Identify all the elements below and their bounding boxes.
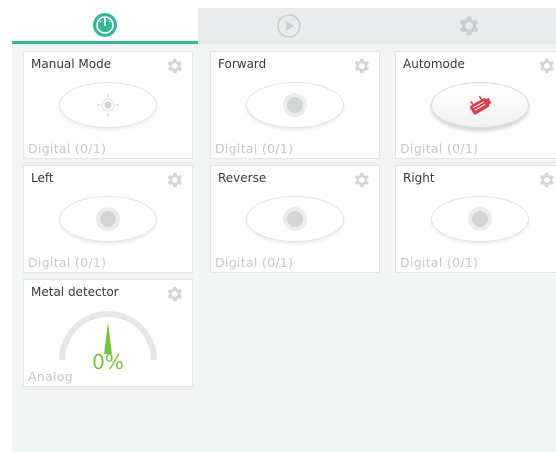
widget-metal-detector: Metal detector 0% Analog bbox=[23, 279, 193, 387]
widget-title: Right bbox=[403, 171, 435, 185]
gear-icon[interactable] bbox=[164, 56, 184, 76]
gear-icon[interactable] bbox=[164, 170, 184, 190]
widget-type-label: Digital (0/1) bbox=[215, 141, 294, 156]
manual-mode-button[interactable] bbox=[59, 82, 157, 128]
gear-icon[interactable] bbox=[351, 56, 371, 76]
widget-title: Forward bbox=[218, 57, 267, 71]
automode-button[interactable] bbox=[431, 82, 529, 128]
widget-right: Right Digital (0/1) bbox=[395, 165, 556, 273]
widget-manual-mode: Manual Mode Digital (0/1) bbox=[23, 51, 193, 159]
gear-icon[interactable] bbox=[351, 170, 371, 190]
indicator-dot bbox=[472, 211, 488, 227]
crosshair-icon bbox=[97, 94, 119, 116]
right-button[interactable] bbox=[431, 196, 529, 242]
gear-icon[interactable] bbox=[536, 56, 556, 76]
reverse-button[interactable] bbox=[246, 196, 344, 242]
indicator-dot bbox=[100, 211, 116, 227]
widget-reverse: Reverse Digital (0/1) bbox=[210, 165, 380, 273]
tab-settings[interactable] bbox=[380, 8, 556, 44]
widget-type-label: Digital (0/1) bbox=[400, 141, 479, 156]
widget-forward: Forward Digital (0/1) bbox=[210, 51, 380, 159]
widget-type-label: Digital (0/1) bbox=[400, 255, 479, 270]
left-button[interactable] bbox=[59, 196, 157, 242]
widget-title: Automode bbox=[403, 57, 465, 71]
play-icon bbox=[277, 14, 301, 38]
gear-icon[interactable] bbox=[164, 284, 184, 304]
widget-title: Left bbox=[31, 171, 54, 185]
gear-icon[interactable] bbox=[536, 170, 556, 190]
widget-type-label: Analog bbox=[28, 369, 73, 384]
tab-play[interactable] bbox=[198, 8, 380, 44]
gear-icon bbox=[459, 16, 479, 36]
widget-type-label: Digital (0/1) bbox=[215, 255, 294, 270]
forward-button[interactable] bbox=[246, 82, 344, 128]
widget-title: Reverse bbox=[218, 171, 267, 185]
indicator-dot bbox=[287, 211, 303, 227]
widget-type-label: Digital (0/1) bbox=[28, 141, 107, 156]
dashboard: Manual Mode Digital (0/1) Forward Digita… bbox=[12, 8, 556, 452]
widget-title: Metal detector bbox=[31, 285, 119, 299]
gauge-icon bbox=[93, 12, 117, 37]
widget-left: Left Digital (0/1) bbox=[23, 165, 193, 273]
tab-dashboard[interactable] bbox=[12, 8, 198, 44]
widget-type-label: Digital (0/1) bbox=[28, 255, 107, 270]
widget-title: Manual Mode bbox=[31, 57, 112, 71]
robot-icon bbox=[470, 95, 492, 115]
tab-bar bbox=[12, 8, 556, 44]
widget-automode: Automode Digital (0/1) bbox=[395, 51, 556, 159]
indicator-dot bbox=[287, 97, 303, 113]
